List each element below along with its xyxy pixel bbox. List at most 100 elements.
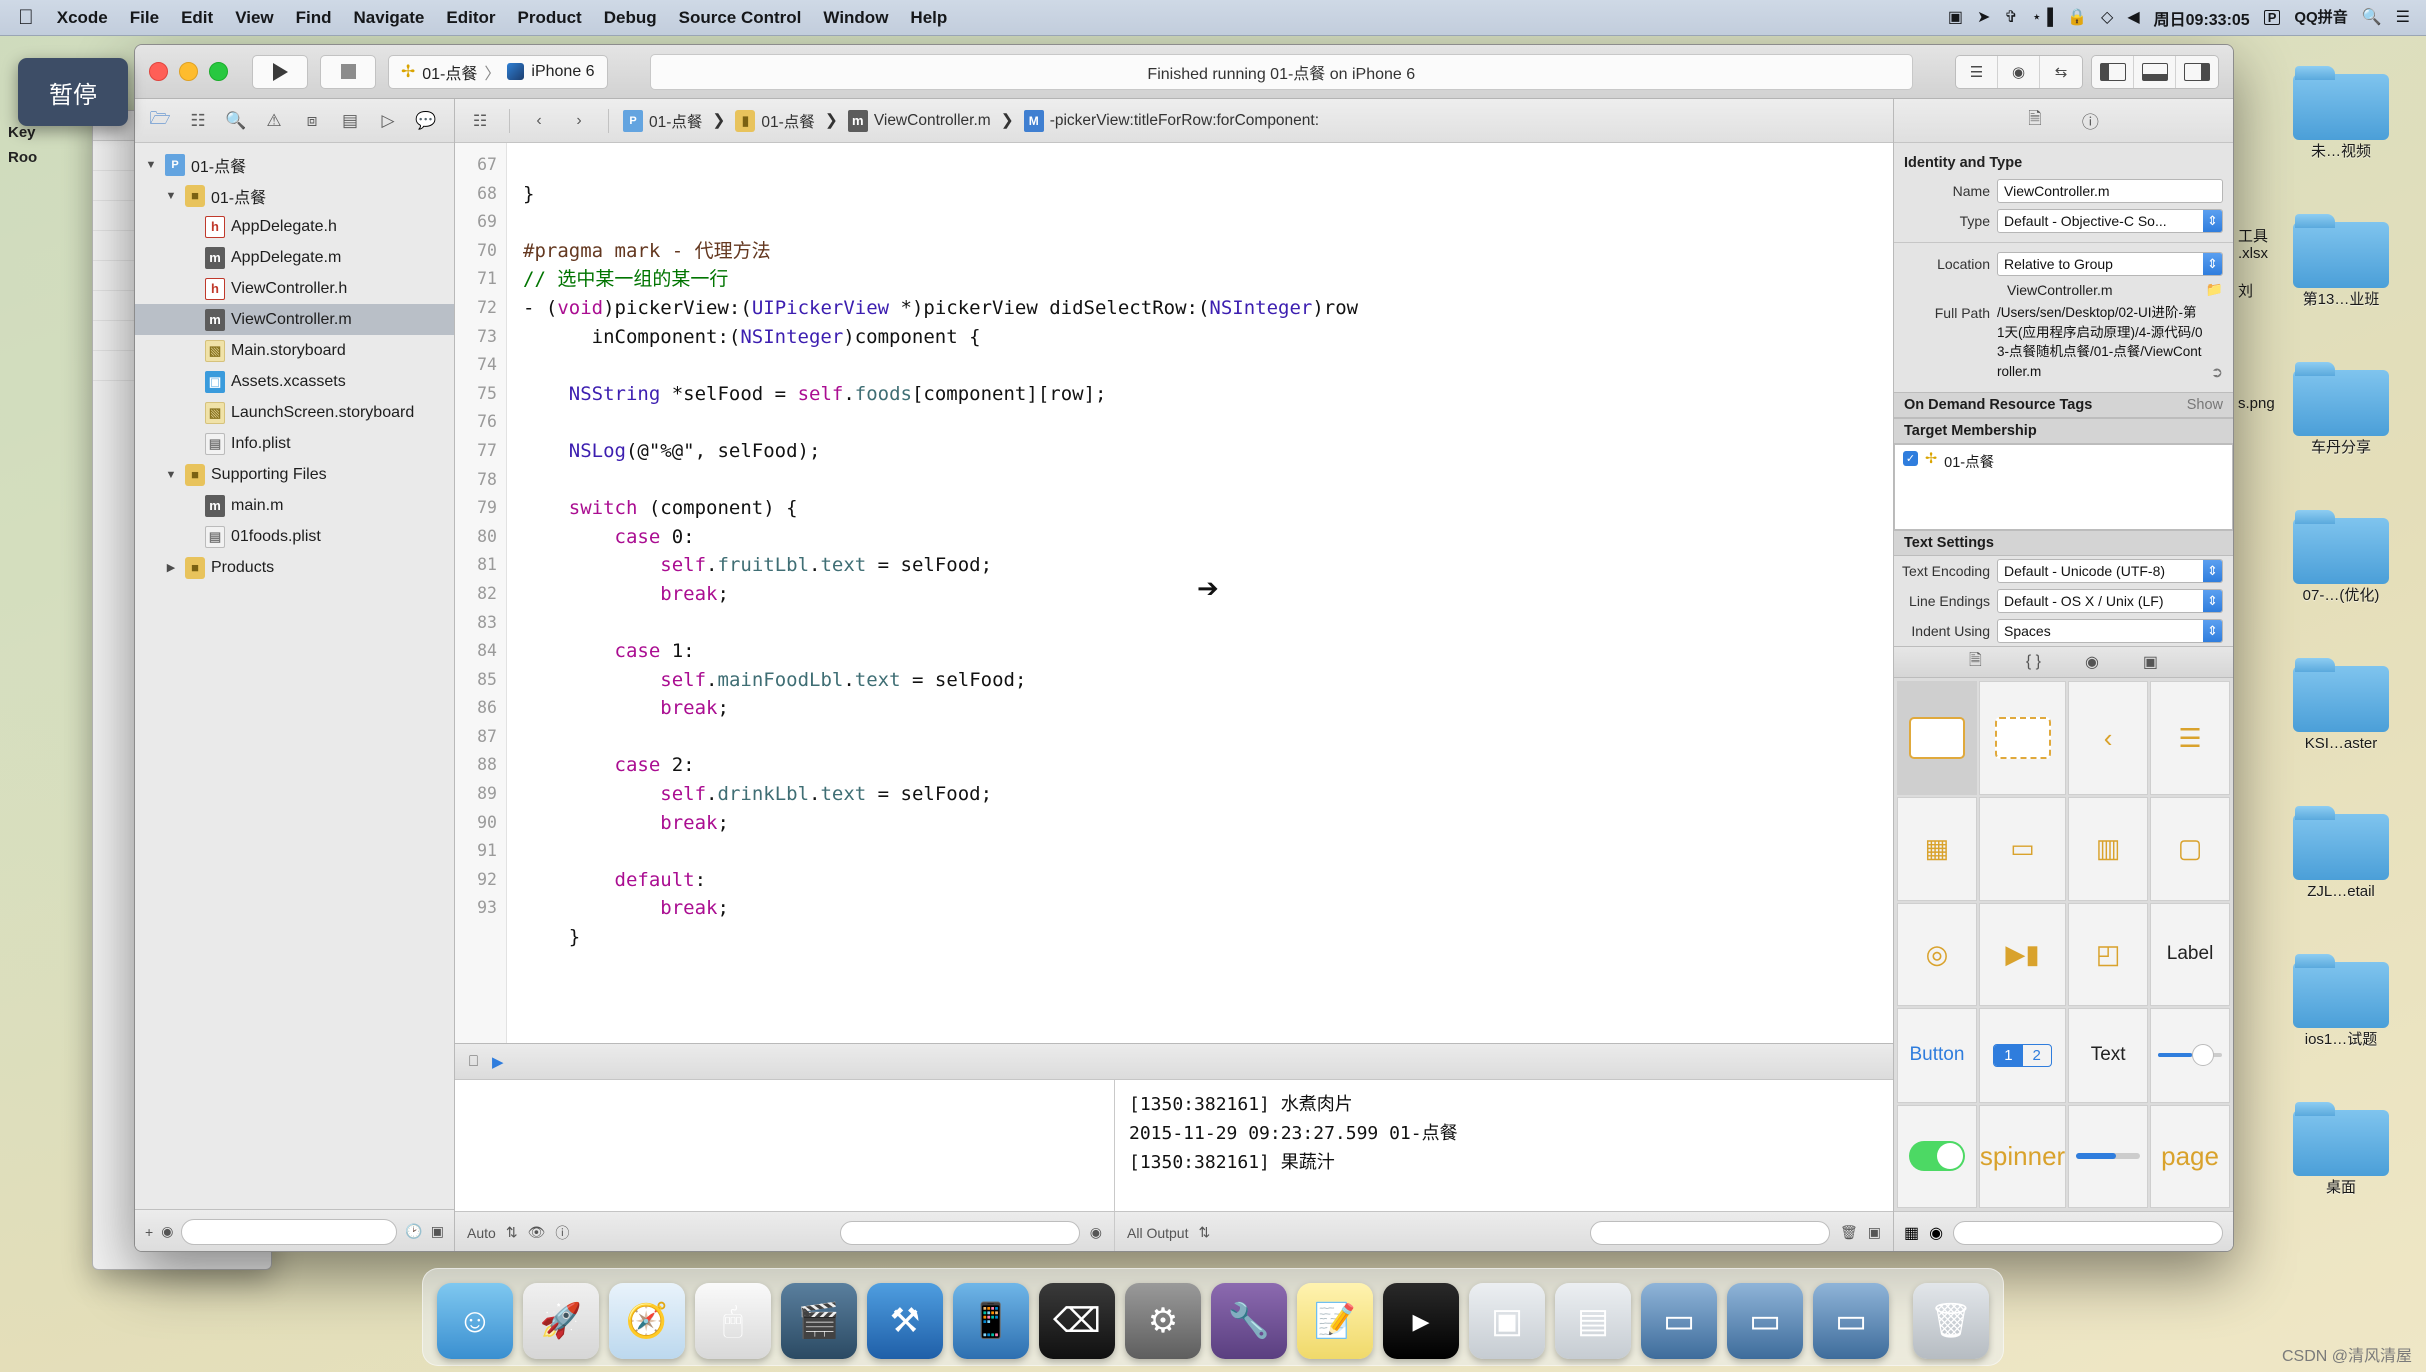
- disclosure-triangle-icon[interactable]: ▼: [143, 159, 159, 171]
- output-scope-chevron-icon[interactable]: ⇅: [1198, 1224, 1210, 1241]
- file-tree-row[interactable]: ▣ Assets.xcassets: [135, 366, 454, 397]
- variables-filter-icon[interactable]: ◉: [1090, 1224, 1102, 1241]
- disclosure-triangle-icon[interactable]: ▼: [163, 469, 179, 481]
- breadcrumb-method[interactable]: M -pickerView:titleForRow:forComponent:: [1023, 109, 1319, 132]
- library-object-cell[interactable]: ◎: [1897, 902, 1977, 1006]
- file-tree-row[interactable]: ▤ 01foods.plist: [135, 521, 454, 552]
- code-line[interactable]: break;: [523, 894, 1893, 923]
- related-items-icon[interactable]: ☷: [465, 107, 495, 135]
- hide-console-icon[interactable]: ⎕: [469, 1053, 478, 1070]
- library-object-cell[interactable]: Button: [1897, 1007, 1977, 1103]
- dock-item-xcode2[interactable]: ▣: [1469, 1283, 1545, 1359]
- code-line[interactable]: break;: [523, 694, 1893, 723]
- breakpoint-navigator-icon[interactable]: ▷: [369, 106, 407, 136]
- menu-item-find[interactable]: Find: [285, 8, 343, 28]
- type-popup[interactable]: Default - Objective-C So...: [1997, 209, 2223, 233]
- file-tree-row[interactable]: ▶ ■ Products: [135, 552, 454, 583]
- debug-bar[interactable]: ⎕ ▶: [455, 1044, 1893, 1080]
- code-line[interactable]: - (void)pickerView:(UIPickerView *)picke…: [523, 294, 1893, 323]
- desktop-folder[interactable]: 07-…(优化): [2266, 510, 2416, 604]
- code-line[interactable]: [523, 408, 1893, 437]
- code-line[interactable]: }: [523, 180, 1893, 209]
- volume-icon[interactable]: ◀: [2127, 9, 2139, 26]
- file-tree-row[interactable]: ▤ Info.plist: [135, 428, 454, 459]
- reveal-in-finder-icon[interactable]: ➲: [2211, 365, 2223, 381]
- menu-item-view[interactable]: View: [224, 8, 284, 28]
- run-button[interactable]: [252, 54, 308, 89]
- apple-menu-icon[interactable]: : [10, 6, 46, 30]
- location-row[interactable]: Location Relative to Group: [1894, 249, 2233, 279]
- eye-icon[interactable]: 👁: [528, 1224, 546, 1241]
- type-row[interactable]: Type Default - Objective-C So...: [1894, 206, 2233, 236]
- assistant-editor-button[interactable]: ◉: [1998, 55, 2040, 88]
- menu-item-product[interactable]: Product: [507, 8, 593, 28]
- toggle-navigator-button[interactable]: [2092, 55, 2134, 88]
- window-controls[interactable]: [149, 62, 240, 81]
- standard-editor-button[interactable]: ☰: [1956, 55, 1998, 88]
- breadcrumb-project[interactable]: P 01-点餐: [623, 109, 702, 132]
- code-line[interactable]: [523, 151, 1893, 180]
- code-line[interactable]: switch (component) {: [523, 494, 1893, 523]
- location-icon[interactable]: ➤: [1977, 9, 1990, 26]
- source-code-view[interactable]: 67 68 69 70 71 72 73 74 75 76 77 78 79 80 81 82 83 84 85 86…: [455, 143, 1893, 1043]
- code-line[interactable]: self.drinkLbl.text = selFood;: [523, 780, 1893, 809]
- navigator-filter-input[interactable]: [181, 1218, 398, 1245]
- file-tree-row[interactable]: h AppDelegate.h: [135, 211, 454, 242]
- dock-item-xcode[interactable]: ⚒: [867, 1283, 943, 1359]
- minimize-button[interactable]: [179, 62, 198, 81]
- library-footer[interactable]: ▦ ◉: [1894, 1211, 2233, 1251]
- menu-item-file[interactable]: File: [119, 8, 170, 28]
- library-object-cell[interactable]: [1897, 1104, 1977, 1208]
- lock-icon[interactable]: 🔒: [2067, 9, 2087, 26]
- airplay-icon[interactable]: ⋆▐: [2032, 9, 2053, 26]
- line-endings-popup[interactable]: Default - OS X / Unix (LF): [1997, 589, 2223, 614]
- menu-item-xcode[interactable]: Xcode: [46, 8, 119, 28]
- toolbar-right-controls[interactable]: ☰ ◉ ⇆: [1955, 54, 2219, 89]
- library-object-cell[interactable]: Label: [2150, 902, 2230, 1006]
- target-checkbox[interactable]: ✓: [1903, 451, 1918, 467]
- menu-item-help[interactable]: Help: [899, 8, 958, 28]
- file-tree-row[interactable]: ▼ P 01-点餐: [135, 149, 454, 180]
- dock-item-notes[interactable]: 📝: [1297, 1283, 1373, 1359]
- file-inspector-icon[interactable]: 🗎: [2028, 106, 2042, 135]
- indent-using-popup[interactable]: Spaces: [1997, 619, 2223, 644]
- editor-mode-segments[interactable]: ☰ ◉ ⇆: [1955, 54, 2083, 89]
- trash-icon[interactable]: 🗑: [1840, 1224, 1858, 1241]
- forward-button-icon[interactable]: ›: [564, 107, 594, 135]
- jump-bar[interactable]: ☷ ‹ › P 01-点餐 ❯ ▮ 01-点餐 ❯ m ViewControll…: [455, 99, 1893, 143]
- indent-using-row[interactable]: Indent Using Spaces: [1894, 616, 2233, 646]
- file-tree-row[interactable]: m main.m: [135, 490, 454, 521]
- file-tree-row[interactable]: ▼ ■ 01-点餐: [135, 180, 454, 211]
- utilities-panel[interactable]: 🗎 ⓘ Identity and Type Name ViewControlle…: [1893, 99, 2233, 1251]
- target-membership-list[interactable]: ✓ ✢ 01-点餐: [1894, 444, 2233, 531]
- project-file-tree[interactable]: ▼ P 01-点餐 ▼ ■ 01-点餐 h AppDelegate.h m AppDelegate…: [135, 143, 454, 1209]
- dock-item-display1[interactable]: ▭: [1641, 1283, 1717, 1359]
- issue-navigator-icon[interactable]: ⚠: [255, 106, 293, 136]
- desktop-folder[interactable]: 未…视频: [2266, 66, 2416, 160]
- source-control-navigator-icon[interactable]: ☷: [179, 106, 217, 136]
- text-encoding-row[interactable]: Text Encoding Default - Unicode (UTF-8): [1894, 556, 2233, 586]
- code-line[interactable]: [523, 837, 1893, 866]
- name-row[interactable]: Name ViewController.m: [1894, 176, 2233, 206]
- library-object-cell[interactable]: ▶▮: [1978, 902, 2067, 1006]
- step-flag-icon[interactable]: ▶: [492, 1053, 504, 1071]
- code-line[interactable]: // 选中某一组的某一行: [523, 265, 1893, 294]
- variables-filter-input[interactable]: [839, 1220, 1080, 1245]
- navigator-footer[interactable]: + ◉ 🕑 ▣: [135, 1209, 454, 1251]
- code-line[interactable]: [523, 466, 1893, 495]
- test-navigator-icon[interactable]: ⧈: [293, 106, 331, 136]
- quick-help-icon[interactable]: ⓘ: [2082, 108, 2099, 133]
- desktop-folder[interactable]: ios1…试题: [2266, 954, 2416, 1048]
- split-pane-icon[interactable]: ▣: [1868, 1224, 1881, 1241]
- code-line[interactable]: case 0:: [523, 523, 1893, 552]
- xcode-toolbar[interactable]: ✢ 01-点餐 〉 iPhone 6 Finished running 01-点…: [135, 45, 2233, 99]
- object-library-icon[interactable]: ◉: [2085, 652, 2099, 672]
- code-line[interactable]: [523, 723, 1893, 752]
- menu-item-editor[interactable]: Editor: [435, 8, 506, 28]
- code-line[interactable]: }: [523, 923, 1893, 952]
- navigator-tab-bar[interactable]: 🗁 ☷ 🔍 ⚠ ⧈ ▤ ▷ 💬: [135, 99, 454, 143]
- scope-chevron-icon[interactable]: ⇅: [506, 1224, 518, 1241]
- code-line[interactable]: [523, 208, 1893, 237]
- variables-footer[interactable]: Auto ⇅ 👁 ⓘ ◉: [455, 1212, 1115, 1251]
- dock-item-quicktime[interactable]: 🎬: [781, 1283, 857, 1359]
